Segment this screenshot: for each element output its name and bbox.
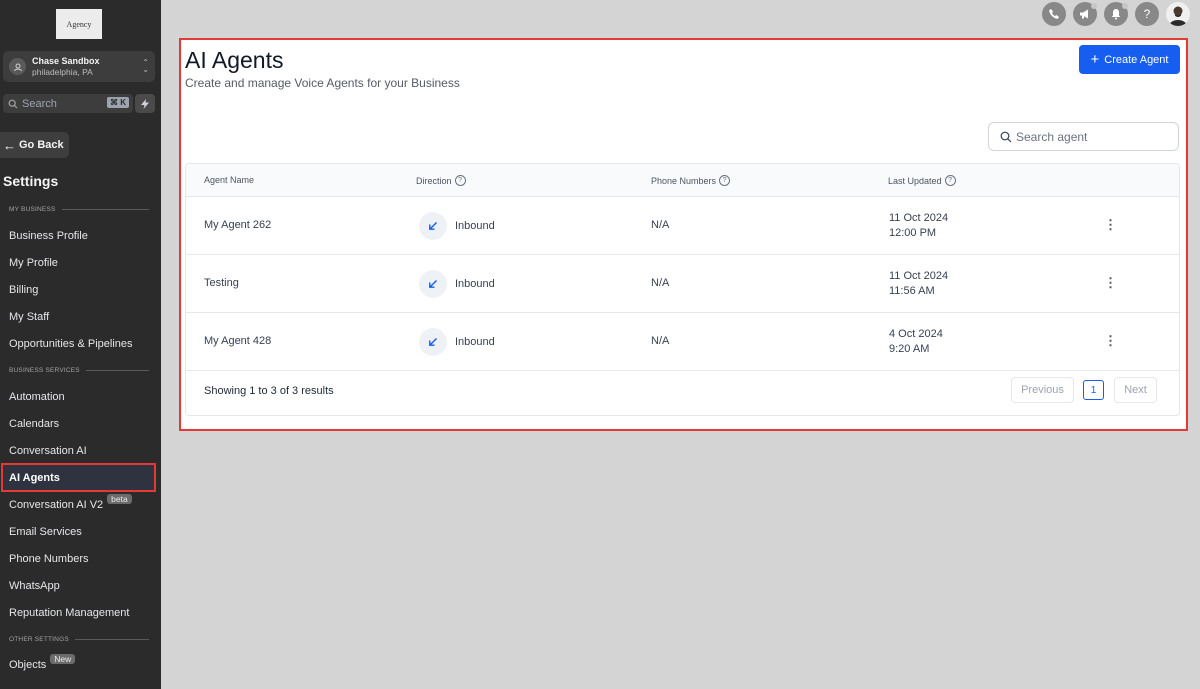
- help-circle-icon[interactable]: ?: [454, 175, 466, 186]
- section-my-business: MY BUSINESS: [9, 206, 149, 213]
- phone-icon[interactable]: [1042, 2, 1066, 26]
- next-page-button[interactable]: Next: [1114, 377, 1157, 403]
- sidebar-item-conversation-ai[interactable]: Conversation AI: [9, 445, 87, 457]
- table-header: Agent Name Direction? Phone Numbers? Las…: [186, 164, 1179, 197]
- chevron-updown-icon: ⌃ ⌄: [142, 58, 149, 74]
- table-row[interactable]: My Agent 262 Inbound N/A 11 Oct 2024 12:…: [186, 197, 1179, 255]
- account-switcher[interactable]: Chase Sandbox philadelphia, PA ⌃ ⌄: [3, 51, 155, 82]
- search-shortcut: ⌘ K: [107, 97, 129, 108]
- last-updated-cell: 4 Oct 2024 9:20 AM: [889, 328, 943, 355]
- location-icon: [9, 58, 26, 75]
- sidebar-search-input[interactable]: Search ⌘ K: [3, 94, 133, 113]
- ai-agents-panel: AI Agents Create and manage Voice Agents…: [181, 40, 1186, 429]
- page-1-button[interactable]: 1: [1083, 380, 1104, 400]
- direction-cell: Inbound: [419, 212, 495, 240]
- section-other-settings: OTHER SETTINGS: [9, 636, 149, 643]
- agent-name[interactable]: My Agent 262: [204, 219, 271, 231]
- inbound-arrow-icon: [419, 328, 447, 356]
- sidebar-item-reputation-management[interactable]: Reputation Management: [9, 607, 129, 619]
- help-circle-icon[interactable]: ?: [719, 175, 731, 186]
- bolt-icon: [141, 98, 149, 109]
- pagination-summary: Showing 1 to 3 of 3 results: [204, 385, 334, 397]
- search-placeholder: Search: [22, 97, 57, 110]
- column-agent-name[interactable]: Agent Name: [204, 175, 254, 185]
- search-agent-input[interactable]: Search agent: [988, 122, 1179, 151]
- last-updated-cell: 11 Oct 2024 12:00 PM: [889, 212, 949, 239]
- inbound-arrow-icon: [419, 212, 447, 240]
- phone-number-cell: N/A: [651, 335, 670, 347]
- sidebar-item-opportunities[interactable]: Opportunities & Pipelines: [9, 338, 133, 350]
- table-row[interactable]: Testing Inbound N/A 11 Oct 2024 11:56 AM…: [186, 255, 1179, 313]
- previous-page-button[interactable]: Previous: [1011, 377, 1074, 403]
- user-avatar[interactable]: [1166, 2, 1190, 26]
- more-vertical-icon[interactable]: ⋮: [1104, 333, 1117, 349]
- sidebar-item-ai-agents[interactable]: AI Agents: [1, 463, 156, 492]
- page-title: AI Agents: [185, 47, 284, 73]
- agent-name[interactable]: My Agent 428: [204, 335, 271, 347]
- account-name: Chase Sandbox: [32, 55, 100, 66]
- sidebar-item-whatsapp[interactable]: WhatsApp: [9, 580, 60, 592]
- table-row[interactable]: My Agent 428 Inbound N/A 4 Oct 2024 9:20…: [186, 313, 1179, 371]
- direction-cell: Inbound: [419, 270, 495, 298]
- inbound-arrow-icon: [419, 270, 447, 298]
- new-badge: New: [50, 654, 76, 664]
- page-subtitle: Create and manage Voice Agents for your …: [185, 76, 460, 90]
- agent-name[interactable]: Testing: [204, 277, 239, 289]
- quick-action-button[interactable]: [135, 94, 155, 113]
- sidebar-item-conversation-ai-v2[interactable]: Conversation AI V2 beta: [9, 494, 132, 511]
- more-vertical-icon[interactable]: ⋮: [1104, 275, 1117, 291]
- beta-badge: beta: [107, 494, 132, 504]
- account-location: philadelphia, PA: [32, 66, 93, 77]
- megaphone-icon[interactable]: [1073, 2, 1097, 26]
- agents-table: Agent Name Direction? Phone Numbers? Las…: [185, 163, 1180, 416]
- help-icon[interactable]: ?: [1135, 2, 1159, 26]
- column-last-updated[interactable]: Last Updated?: [888, 175, 956, 186]
- more-vertical-icon[interactable]: ⋮: [1104, 217, 1117, 233]
- phone-number-cell: N/A: [651, 277, 670, 289]
- go-back-button[interactable]: ← Go Back: [0, 132, 69, 158]
- phone-number-cell: N/A: [651, 219, 670, 231]
- top-bar-actions: ?: [1042, 2, 1190, 26]
- notification-dot: [1122, 3, 1128, 9]
- direction-cell: Inbound: [419, 328, 495, 356]
- notification-dot: [1091, 3, 1097, 9]
- column-direction[interactable]: Direction?: [416, 175, 466, 186]
- sidebar-item-phone-numbers[interactable]: Phone Numbers: [9, 553, 89, 565]
- agency-logo[interactable]: Agency: [56, 9, 102, 39]
- sidebar-item-email-services[interactable]: Email Services: [9, 526, 82, 538]
- sidebar-item-automation[interactable]: Automation: [9, 391, 65, 403]
- last-updated-cell: 11 Oct 2024 11:56 AM: [889, 270, 949, 297]
- bell-icon[interactable]: [1104, 2, 1128, 26]
- sidebar-item-my-profile[interactable]: My Profile: [9, 257, 58, 269]
- sidebar: Agency Chase Sandbox philadelphia, PA ⌃ ⌄…: [0, 0, 161, 689]
- sidebar-item-my-staff[interactable]: My Staff: [9, 311, 49, 323]
- sidebar-item-billing[interactable]: Billing: [9, 284, 38, 296]
- sidebar-item-objects[interactable]: Objects New: [9, 654, 76, 671]
- plus-icon: +: [1090, 51, 1100, 68]
- settings-title: Settings: [3, 173, 59, 189]
- help-circle-icon[interactable]: ?: [944, 175, 956, 186]
- section-business-services: BUSINESS SERVICES: [9, 367, 149, 374]
- arrow-left-icon: ←: [3, 137, 16, 153]
- create-agent-button[interactable]: + Create Agent: [1079, 45, 1180, 74]
- search-icon: [1000, 131, 1012, 142]
- column-phone-numbers[interactable]: Phone Numbers?: [651, 175, 731, 186]
- search-icon: [8, 99, 18, 108]
- sidebar-item-calendars[interactable]: Calendars: [9, 418, 59, 430]
- sidebar-item-business-profile[interactable]: Business Profile: [9, 230, 88, 242]
